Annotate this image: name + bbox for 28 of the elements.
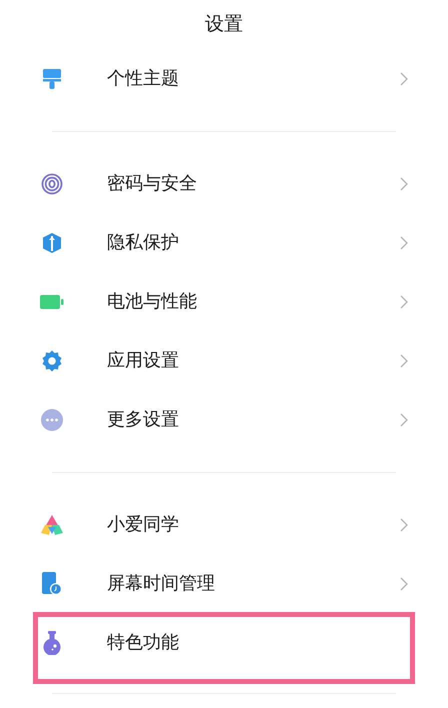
item-label: 密码与安全 xyxy=(107,172,197,196)
settings-item[interactable]: 更多设置 xyxy=(0,390,448,449)
settings-item[interactable]: 应用设置 xyxy=(0,331,448,390)
item-label: 隐私保护 xyxy=(107,231,179,255)
settings-item[interactable]: 隐私保护 xyxy=(0,213,448,272)
settings-item[interactable]: 个性主题 xyxy=(0,49,448,108)
page-title: 设置 xyxy=(205,12,243,38)
settings-item[interactable]: 屏幕时间管理 xyxy=(0,554,448,613)
item-label: 电池与性能 xyxy=(107,290,197,314)
item-label: 特色功能 xyxy=(107,631,179,655)
battery-icon xyxy=(40,294,64,308)
settings-item[interactable]: 小爱同学 xyxy=(0,495,448,554)
phone-clock-icon xyxy=(42,572,62,596)
settings-item[interactable]: 电池与性能 xyxy=(0,272,448,331)
settings-item[interactable]: 密码与安全 xyxy=(0,154,448,213)
item-label: 应用设置 xyxy=(107,349,179,373)
more-icon xyxy=(40,408,62,430)
shield-icon xyxy=(40,232,62,254)
item-label: 小爱同学 xyxy=(107,513,179,537)
item-label: 个性主题 xyxy=(107,67,179,91)
fingerprint-icon xyxy=(40,172,62,194)
item-label: 屏幕时间管理 xyxy=(107,572,215,596)
item-label: 更多设置 xyxy=(107,408,179,432)
triangle-logo-icon xyxy=(40,514,62,534)
flask-icon xyxy=(42,630,62,654)
paint-roller-icon xyxy=(42,68,60,88)
gear-icon xyxy=(40,350,62,372)
settings-item[interactable]: 特色功能 xyxy=(0,613,448,672)
